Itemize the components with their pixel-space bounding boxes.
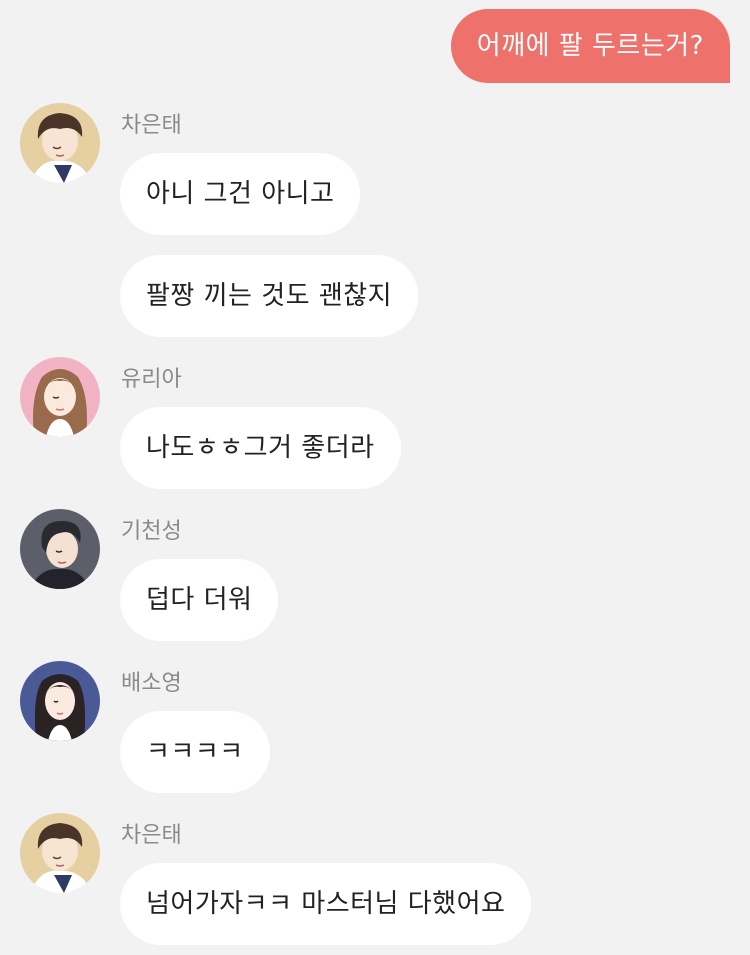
profile-avatar-chaeuntae[interactable] xyxy=(20,103,100,183)
sender-name: 유리아 xyxy=(121,367,182,392)
incoming-message[interactable]: 팔짱 끼는 것도 괜찮지 xyxy=(120,255,419,337)
avatar-illustration xyxy=(20,509,100,589)
profile-avatar-chaeuntae[interactable] xyxy=(20,813,100,893)
sender-name: 차은태 xyxy=(121,823,182,848)
avatar-illustration xyxy=(20,813,100,893)
incoming-message[interactable]: ㅋㅋㅋㅋ xyxy=(120,711,270,793)
sender-name: 기천성 xyxy=(121,519,182,544)
sender-name: 차은태 xyxy=(121,113,182,138)
incoming-message[interactable]: 나도ㅎㅎ그거 좋더라 xyxy=(120,407,401,489)
avatar-illustration xyxy=(20,357,100,437)
incoming-message[interactable]: 덥다 더워 xyxy=(120,559,279,641)
incoming-message[interactable]: 넘어가자ㅋㅋ 마스터님 다했어요 xyxy=(120,863,532,945)
profile-avatar-gicheonseong[interactable] xyxy=(20,509,100,589)
avatar-illustration xyxy=(20,661,100,741)
profile-avatar-baesoyoung[interactable] xyxy=(20,661,100,741)
avatar-illustration xyxy=(20,103,100,183)
sender-name: 배소영 xyxy=(121,671,182,696)
outgoing-message[interactable]: 어깨에 팔 두르는거? xyxy=(450,9,730,83)
incoming-message[interactable]: 아니 그건 아니고 xyxy=(120,153,361,235)
chat-thread: 어깨에 팔 두르는거? 차은태 아니 그건 아니고 팔짱 끼는 것도 괜찮지 유… xyxy=(0,0,750,955)
profile-avatar-yuria[interactable] xyxy=(20,357,100,437)
